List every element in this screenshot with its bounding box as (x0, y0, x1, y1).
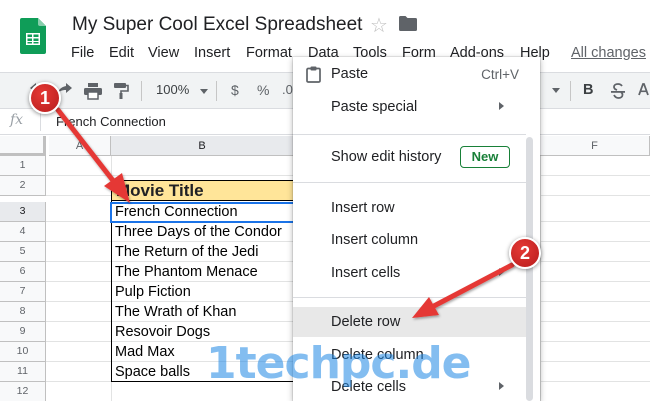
percent-format-button[interactable]: % (257, 82, 269, 98)
column-header-b[interactable]: B (111, 136, 294, 156)
row-header-1[interactable]: 1 (0, 156, 46, 176)
submenu-arrow-icon (499, 382, 504, 390)
cell-b7[interactable]: Pulp Fiction (115, 283, 191, 302)
menu-scrollbar[interactable] (526, 137, 533, 401)
row-header-2[interactable]: 2 (0, 176, 46, 196)
star-icon[interactable]: ☆ (370, 13, 388, 38)
menu-item-insert-cells[interactable]: Insert cells (293, 258, 533, 288)
menu-divider (293, 134, 526, 135)
menu-divider (293, 297, 526, 298)
menu-format[interactable]: Format (246, 45, 292, 61)
formula-input[interactable]: French Connection (56, 114, 166, 129)
menu-item-label: Insert cells (331, 265, 401, 281)
all-changes-link[interactable]: All changes (571, 45, 646, 61)
row-header-6[interactable]: 6 (0, 262, 46, 282)
menu-item-label: Insert column (331, 232, 419, 248)
print-icon[interactable] (84, 82, 102, 100)
zoom-select[interactable]: 100% (156, 82, 189, 97)
row-header-11[interactable]: 11 (0, 362, 46, 382)
row-header-4[interactable]: 4 (0, 222, 46, 242)
row-header-3[interactable]: 3 (0, 202, 46, 222)
movie-title-header-cell[interactable]: Movie Title (111, 180, 294, 201)
menu-item-insert-row[interactable]: Insert row (293, 193, 533, 223)
row-header-10[interactable]: 10 (0, 342, 46, 362)
menu-file[interactable]: File (71, 45, 94, 61)
formula-divider (40, 112, 41, 131)
menu-item-label: Insert row (331, 200, 395, 216)
row-header-9[interactable]: 9 (0, 322, 46, 342)
zoom-chevron-down-icon[interactable] (200, 89, 208, 94)
menu-item-paste[interactable]: Paste Ctrl+V (293, 59, 533, 89)
decrease-decimal-button[interactable]: .0 (282, 82, 293, 97)
column-header-a[interactable]: A (49, 136, 111, 156)
menu-item-insert-column[interactable]: Insert column (293, 225, 533, 255)
active-cell-selection (110, 202, 296, 223)
menu-item-label: Delete row (331, 314, 401, 330)
menu-edit[interactable]: Edit (109, 45, 134, 61)
font-size-chevron-down-icon[interactable] (552, 88, 560, 93)
folder-icon[interactable] (399, 16, 417, 31)
menu-item-label: Paste (331, 66, 369, 82)
fx-icon: fx (10, 112, 24, 128)
clipboard-icon (306, 66, 321, 83)
select-all-corner[interactable] (0, 136, 46, 156)
row-header-12[interactable]: 12 (0, 382, 46, 401)
toolbar-divider (141, 81, 142, 101)
paste-shortcut: Ctrl+V (481, 67, 519, 82)
menu-item-label: Show edit history (331, 149, 442, 165)
cell-b6[interactable]: The Phantom Menace (115, 263, 258, 282)
cell-b9[interactable]: Resovoir Dogs (115, 323, 210, 342)
submenu-arrow-icon (499, 102, 504, 110)
text-color-icon[interactable] (637, 83, 650, 99)
step-2-badge: 2 (509, 237, 541, 269)
menu-divider (293, 182, 526, 183)
toolbar-divider (216, 81, 217, 101)
cell-b5[interactable]: The Return of the Jedi (115, 243, 258, 262)
cell-b10[interactable]: Mad Max (115, 343, 175, 362)
cell-b4[interactable]: Three Days of the Condor (115, 223, 282, 242)
cell-b11[interactable]: Space balls (115, 363, 190, 382)
sheets-logo-icon[interactable] (20, 18, 46, 54)
column-header-f[interactable]: F (540, 136, 650, 156)
menu-insert[interactable]: Insert (194, 45, 230, 61)
watermark: 1techpc.de (206, 338, 472, 389)
row-header-8[interactable]: 8 (0, 302, 46, 322)
grid-line (540, 156, 541, 401)
bold-button[interactable]: B (583, 82, 593, 98)
step-1-badge: 1 (29, 82, 61, 114)
paint-format-icon[interactable] (113, 82, 129, 100)
row-header-5[interactable]: 5 (0, 242, 46, 262)
submenu-arrow-icon (499, 268, 504, 276)
new-badge: New (460, 146, 510, 168)
cell-b8[interactable]: The Wrath of Khan (115, 303, 236, 322)
currency-format-button[interactable]: $ (231, 82, 239, 98)
row-header-7[interactable]: 7 (0, 282, 46, 302)
menu-item-delete-row[interactable]: Delete row (293, 307, 533, 337)
menu-item-show-edit-history[interactable]: Show edit history New (293, 142, 533, 172)
toolbar-divider (570, 81, 571, 101)
menu-view[interactable]: View (148, 45, 179, 61)
menu-item-paste-special[interactable]: Paste special (293, 92, 533, 122)
strikethrough-icon[interactable] (611, 83, 625, 99)
menu-item-label: Paste special (331, 99, 418, 115)
document-title[interactable]: My Super Cool Excel Spreadsheet (72, 14, 362, 36)
